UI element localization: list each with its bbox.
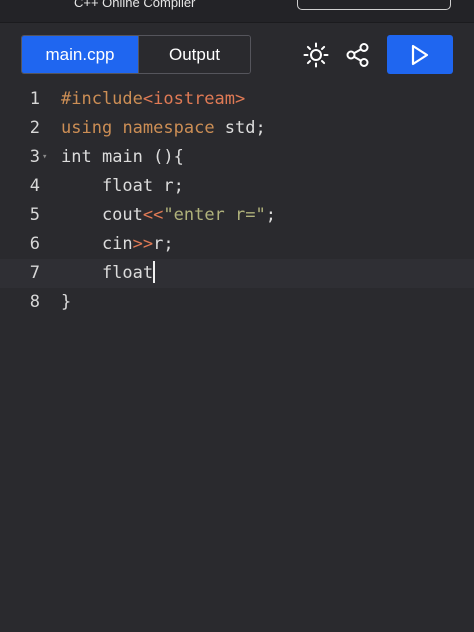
code-text: #include<iostream> xyxy=(61,85,245,114)
code-text: int main (){ xyxy=(61,143,184,172)
code-text: float r; xyxy=(61,172,184,201)
code-text: float xyxy=(61,259,156,288)
code-line[interactable]: 1 #include<iostream> xyxy=(0,85,474,114)
code-text: cin>>r; xyxy=(61,230,174,259)
code-token: std; xyxy=(214,118,266,138)
line-number: 1 xyxy=(29,89,40,109)
code-token: #include xyxy=(61,89,143,109)
code-token: namespace xyxy=(122,118,215,138)
line-number: 8 xyxy=(29,292,40,312)
code-token: ; xyxy=(265,205,276,225)
code-editor[interactable]: 1 #include<iostream> 2 using namespace std;… xyxy=(0,85,474,632)
line-number: 3 xyxy=(29,147,40,167)
theme-toggle-button[interactable] xyxy=(301,40,331,70)
code-text: cout<<"enter r="; xyxy=(61,201,276,230)
tab-main-cpp[interactable]: main.cpp xyxy=(22,36,138,73)
code-line[interactable]: 7 float xyxy=(0,259,474,288)
code-token: << xyxy=(142,205,164,225)
code-line[interactable]: 8} xyxy=(0,288,474,317)
line-number: 5 xyxy=(29,205,40,225)
code-token: using xyxy=(61,118,113,138)
top-header: C++ Online Compiler xyxy=(0,0,474,22)
line-number: 2 xyxy=(29,118,40,138)
file-tabs: main.cpp Output xyxy=(21,35,251,74)
sun-icon xyxy=(303,42,329,68)
code-token: int xyxy=(61,147,92,167)
code-token: r; xyxy=(153,176,184,196)
line-number: 7 xyxy=(29,263,40,283)
tab-output[interactable]: Output xyxy=(138,36,250,73)
code-token: main (){ xyxy=(91,147,184,167)
code-token: cout xyxy=(61,205,143,225)
code-token: "enter r=" xyxy=(163,205,266,225)
code-line[interactable]: 2 using namespace std; xyxy=(0,114,474,143)
code-line[interactable]: 6 cin>>r; xyxy=(0,230,474,259)
play-icon xyxy=(411,44,429,65)
code-token: cin xyxy=(61,234,133,254)
code-token: r; xyxy=(153,234,174,254)
site-title: C++ Online Compiler xyxy=(74,0,196,10)
code-line[interactable]: 4 float r; xyxy=(0,172,474,201)
line-number: 6 xyxy=(29,234,40,254)
code-text: using namespace std; xyxy=(61,114,266,143)
text-cursor xyxy=(153,261,156,283)
code-token: <iostream> xyxy=(142,89,246,109)
share-button[interactable] xyxy=(343,40,373,70)
code-token: } xyxy=(61,292,72,312)
run-button[interactable] xyxy=(387,35,453,74)
share-icon xyxy=(346,43,369,67)
header-button[interactable] xyxy=(297,0,451,10)
code-text: } xyxy=(61,288,71,317)
fold-arrow-icon[interactable]: ▾ xyxy=(42,143,47,172)
code-line[interactable]: 5 cout<<"enter r="; xyxy=(0,201,474,230)
line-number: 4 xyxy=(29,176,40,196)
code-line[interactable]: 3 ▾ int main (){ xyxy=(0,143,474,172)
code-token: float xyxy=(61,263,154,283)
editor-toolbar: main.cpp Output xyxy=(0,22,474,85)
code-token: float xyxy=(61,176,154,196)
code-token: >> xyxy=(132,234,154,254)
